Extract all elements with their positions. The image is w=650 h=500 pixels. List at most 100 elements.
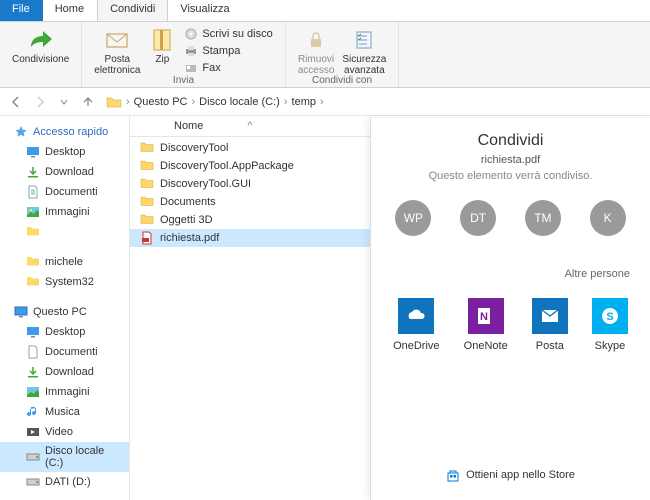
chevron-right-icon: › bbox=[284, 96, 288, 108]
sidebar-michele[interactable]: michele bbox=[0, 252, 129, 272]
share-app-skype[interactable]: S Skype bbox=[592, 298, 628, 352]
sidebar-dati[interactable]: DATI (D:) bbox=[0, 472, 129, 492]
pictures-icon bbox=[26, 385, 40, 399]
app-label: Skype bbox=[595, 340, 626, 352]
sidebar-musica[interactable]: Musica bbox=[0, 402, 129, 422]
avatar: DT bbox=[460, 200, 496, 236]
sidebar-immagini2[interactable]: Immagini bbox=[0, 382, 129, 402]
printer-icon bbox=[184, 44, 198, 58]
navigation-pane: Accesso rapido Desktop Download Document… bbox=[0, 116, 130, 500]
email-label: Posta elettronica bbox=[94, 54, 140, 76]
fax-button[interactable]: Fax bbox=[180, 60, 276, 76]
drive-icon bbox=[26, 475, 40, 489]
folder-icon bbox=[140, 213, 154, 227]
star-icon bbox=[14, 125, 28, 139]
forward-button[interactable] bbox=[30, 92, 50, 112]
document-icon bbox=[26, 185, 40, 199]
chevron-right-icon: › bbox=[320, 96, 324, 108]
crumb-disk[interactable]: Disco locale (C:) bbox=[199, 96, 280, 108]
avatar: K bbox=[590, 200, 626, 236]
history-dropdown[interactable] bbox=[54, 92, 74, 112]
svg-text:N: N bbox=[480, 311, 488, 323]
pc-icon bbox=[14, 305, 28, 319]
share-label: Condivisione bbox=[12, 54, 69, 65]
chevron-right-icon: › bbox=[191, 96, 195, 108]
avatar: TM bbox=[525, 200, 561, 236]
sidebar-download2[interactable]: Download bbox=[0, 362, 129, 382]
up-button[interactable] bbox=[78, 92, 98, 112]
share-contact[interactable]: K bbox=[590, 200, 626, 236]
share-app-onedrive[interactable]: OneDrive bbox=[393, 298, 439, 352]
app-icon: N bbox=[468, 298, 504, 334]
advanced-security-button[interactable]: Sicurezza avanzata bbox=[338, 24, 390, 78]
sort-asc-icon: ^ bbox=[247, 120, 252, 132]
breadcrumb[interactable]: › Questo PC › Disco locale (C:) › temp › bbox=[102, 93, 330, 111]
chevron-right-icon: › bbox=[126, 96, 130, 108]
music-icon bbox=[26, 405, 40, 419]
share-app-onenote[interactable]: N OneNote bbox=[464, 298, 508, 352]
sidebar-system32[interactable]: System32 bbox=[0, 272, 129, 292]
video-icon bbox=[26, 425, 40, 439]
column-nome[interactable]: Nome^ bbox=[140, 120, 253, 132]
ribbon: Condivisione Posta elettronica Zip Scriv… bbox=[0, 22, 650, 88]
group-invia-label: Invia bbox=[82, 75, 284, 86]
folder-icon bbox=[26, 225, 40, 239]
sidebar-desktop2[interactable]: Desktop bbox=[0, 322, 129, 342]
file-name: richiesta.pdf bbox=[160, 232, 219, 244]
share-contact[interactable]: TM bbox=[525, 200, 561, 236]
email-button[interactable]: Posta elettronica bbox=[90, 24, 144, 78]
remove-access-label: Rimuovi accesso bbox=[298, 54, 335, 76]
share-contact[interactable]: WP bbox=[395, 200, 431, 236]
share-button[interactable]: Condivisione bbox=[8, 24, 73, 78]
pictures-icon bbox=[26, 205, 40, 219]
download-icon bbox=[26, 365, 40, 379]
print-button[interactable]: Stampa bbox=[180, 43, 276, 59]
get-apps-store-link[interactable]: Ottieni app nello Store bbox=[371, 468, 650, 482]
sidebar-immagini[interactable]: Immagini bbox=[0, 202, 129, 222]
tab-condividi[interactable]: Condividi bbox=[97, 0, 168, 21]
pdf-icon bbox=[140, 231, 154, 245]
folder-icon bbox=[26, 255, 40, 269]
sidebar-this-pc[interactable]: Questo PC bbox=[0, 302, 129, 322]
sidebar-blank-folder[interactable] bbox=[0, 222, 129, 242]
folder-icon bbox=[140, 159, 154, 173]
sidebar-documenti2[interactable]: Documenti bbox=[0, 342, 129, 362]
app-icon bbox=[532, 298, 568, 334]
zip-icon bbox=[148, 27, 176, 53]
crumb-pc[interactable]: Questo PC bbox=[134, 96, 188, 108]
ribbon-tabs: File Home Condividi Visualizza bbox=[0, 0, 650, 22]
zip-button[interactable]: Zip bbox=[144, 24, 180, 78]
sidebar-download[interactable]: Download bbox=[0, 162, 129, 182]
share-arrow-icon bbox=[27, 27, 55, 53]
advanced-security-label: Sicurezza avanzata bbox=[342, 54, 386, 76]
tab-visualizza[interactable]: Visualizza bbox=[168, 0, 242, 21]
share-contact[interactable]: DT bbox=[460, 200, 496, 236]
desktop-icon bbox=[26, 145, 40, 159]
fax-icon bbox=[184, 61, 198, 75]
file-name: DiscoveryTool bbox=[160, 142, 228, 154]
file-name: DiscoveryTool.AppPackage bbox=[160, 160, 294, 172]
burn-disc-button[interactable]: Scrivi su disco bbox=[180, 26, 276, 42]
sidebar-quick-access[interactable]: Accesso rapido bbox=[0, 122, 129, 142]
remove-access-button[interactable]: Rimuovi accesso bbox=[294, 24, 339, 78]
sidebar-local-disk[interactable]: Disco locale (C:) bbox=[0, 442, 129, 472]
sidebar-video[interactable]: Video bbox=[0, 422, 129, 442]
app-label: OneNote bbox=[464, 340, 508, 352]
tab-home[interactable]: Home bbox=[43, 0, 97, 21]
store-icon bbox=[446, 468, 460, 482]
share-app-posta[interactable]: Posta bbox=[532, 298, 568, 352]
document-icon bbox=[26, 345, 40, 359]
avatar: WP bbox=[395, 200, 431, 236]
app-icon: S bbox=[592, 298, 628, 334]
tab-file[interactable]: File bbox=[0, 0, 43, 21]
file-name: DiscoveryTool.GUI bbox=[160, 178, 251, 190]
back-button[interactable] bbox=[6, 92, 26, 112]
sidebar-desktop[interactable]: Desktop bbox=[0, 142, 129, 162]
crumb-temp[interactable]: temp bbox=[292, 96, 316, 108]
disc-icon bbox=[184, 27, 198, 41]
sidebar-documenti[interactable]: Documenti bbox=[0, 182, 129, 202]
folder-icon bbox=[26, 275, 40, 289]
app-label: Posta bbox=[536, 340, 564, 352]
other-people-link[interactable]: Altre persone bbox=[381, 268, 640, 280]
share-subtitle: Questo elemento verrà condiviso. bbox=[381, 170, 640, 182]
